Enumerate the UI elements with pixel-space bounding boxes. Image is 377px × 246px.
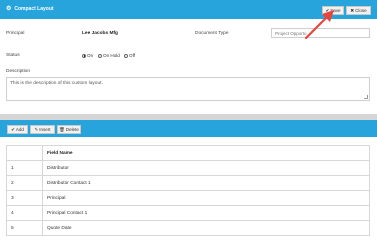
field-name-cell[interactable]: Quote Date	[42, 220, 370, 236]
save-button-label: Save	[330, 8, 341, 13]
add-button[interactable]: ✔ Add	[7, 125, 28, 134]
status-option-label: Off	[129, 53, 136, 58]
table-row[interactable]: 2 Distributor Contact 1	[6, 175, 370, 191]
insert-button-label: Insert	[39, 127, 51, 132]
status-radio-off[interactable]: Off	[124, 53, 135, 58]
field-name-cell[interactable]: Distributor Contact 1	[42, 175, 370, 191]
fields-grid-panel: Field Name 1 Distributor 2 Distributor C…	[0, 137, 377, 246]
panel-title: ⚙ Compact Layout	[6, 6, 54, 12]
delete-button[interactable]: 🗑 Delete	[57, 125, 81, 134]
delete-button-label: Delete	[65, 127, 79, 132]
status-label: Status	[6, 53, 20, 58]
column-header-field-name: Field Name	[42, 145, 370, 161]
row-number: 2	[6, 175, 43, 191]
close-button-label: Close	[355, 8, 367, 13]
description-text: This is the description of this custom l…	[10, 81, 103, 86]
description-label: Description	[6, 69, 30, 74]
resize-handle-icon[interactable]	[364, 95, 368, 99]
row-number: 3	[6, 190, 43, 206]
status-radio-on-hold[interactable]: On Hold	[98, 53, 120, 58]
close-button[interactable]: ✖ Close	[346, 6, 371, 15]
row-number: 4	[6, 205, 43, 221]
document-type-field[interactable]: Project Opportu	[271, 28, 370, 38]
radio-icon	[124, 53, 128, 58]
check-icon: ✔	[11, 126, 15, 132]
panel-header: ⚙ Compact Layout ✔ Save ✖ Close	[0, 0, 377, 19]
document-type-label: Document Type	[195, 31, 229, 36]
panel-title-text: Compact Layout	[14, 6, 54, 12]
radio-icon	[98, 53, 102, 58]
add-button-label: Add	[15, 127, 24, 132]
row-number: 1	[6, 160, 43, 176]
description-textarea[interactable]: This is the description of this custom l…	[6, 77, 370, 101]
principal-value: Lee Jacobs Mfg	[82, 31, 118, 36]
table-header-row: Field Name	[6, 145, 370, 161]
table-row[interactable]: 5 Quote Date	[6, 220, 370, 236]
row-number: 5	[6, 220, 43, 236]
table-row[interactable]: 1 Distributor	[6, 160, 370, 176]
table-row[interactable]: 3 Principal	[6, 190, 370, 206]
column-header-number	[6, 145, 43, 161]
field-name-cell[interactable]: Principal Contact 1	[42, 205, 370, 221]
field-name-cell[interactable]: Distributor	[42, 160, 370, 176]
fields-table: Field Name 1 Distributor 2 Distributor C…	[6, 145, 370, 236]
save-button[interactable]: ✔ Save	[322, 6, 344, 15]
status-radio-on[interactable]: On	[82, 53, 93, 58]
principal-label: Principal	[6, 31, 25, 36]
field-name-cell[interactable]: Principal	[42, 190, 370, 206]
status-option-label: On	[87, 53, 94, 58]
check-icon: ✔	[325, 7, 330, 13]
status-option-label: On Hold	[103, 53, 120, 58]
pencil-icon: ✎	[34, 126, 39, 132]
close-icon: ✖	[350, 7, 355, 13]
insert-button[interactable]: ✎ Insert	[30, 125, 55, 134]
radio-selected-icon	[82, 53, 86, 58]
gear-icon: ⚙	[6, 6, 12, 12]
table-row[interactable]: 4 Principal Contact 1	[6, 205, 370, 221]
trash-icon: 🗑	[59, 126, 65, 132]
layout-form: Principal Lee Jacobs Mfg Document Type P…	[0, 19, 377, 114]
grid-toolbar: ✔ Add ✎ Insert 🗑 Delete	[0, 120, 377, 137]
